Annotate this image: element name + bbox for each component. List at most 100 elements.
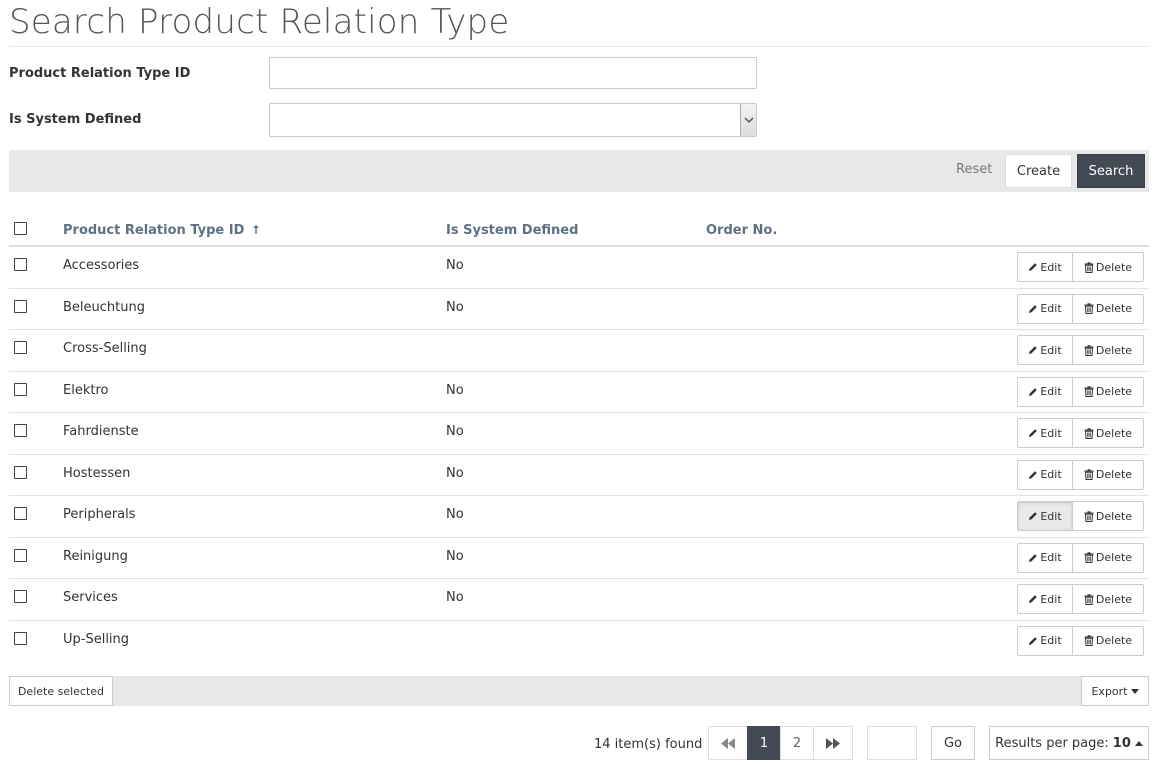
last-page-button[interactable] [813,726,853,760]
is-system-defined-label: Is System Defined [9,112,142,127]
trash-icon [1084,469,1094,480]
go-to-page-input[interactable] [867,726,917,760]
relation-type-id-label: Product Relation Type ID [9,66,191,81]
delete-button[interactable]: Delete [1073,252,1144,282]
row-checkbox[interactable] [14,341,27,354]
row-actions: Edit Delete [1017,542,1144,573]
search-toolbar: Reset Create Search [9,150,1149,192]
column-header-is-system-defined[interactable]: Is System Defined [446,223,578,238]
row-actions: Edit Delete [1017,459,1144,490]
delete-button[interactable]: Delete [1073,418,1144,448]
reset-button[interactable]: Reset [956,162,992,177]
trash-icon [1084,427,1094,439]
edit-label: Edit [1040,634,1062,647]
cell-is-system-defined: No [446,382,464,398]
table-row: Hostessen No Edit Delete [9,455,1149,496]
delete-button[interactable]: Delete [1073,501,1144,531]
export-label: Export [1091,684,1128,698]
delete-label: Delete [1095,509,1133,523]
relation-type-id-input[interactable] [269,57,757,89]
page-button-current[interactable]: 1 [747,726,781,760]
row-checkbox[interactable] [14,258,27,271]
table-footer-bar [9,676,1149,706]
edit-button[interactable]: Edit [1017,584,1073,614]
items-found-text: 14 item(s) found [594,737,703,752]
column-header-relation-type-id[interactable]: Product Relation Type ID ↑ [63,223,261,238]
delete-label: Delete [1095,634,1133,647]
cell-relation-type-id: Hostessen [63,465,131,481]
results-per-page-button[interactable]: Results per page: 10 [989,726,1149,760]
table-row: Fahrdienste No Edit Delete [9,413,1149,455]
edit-button[interactable]: Edit [1017,252,1073,282]
delete-button[interactable]: Delete [1073,625,1144,656]
select-all-checkbox[interactable] [14,222,27,235]
trash-icon [1084,386,1094,397]
trash-icon [1084,510,1094,522]
row-checkbox[interactable] [14,507,27,520]
delete-button[interactable]: Delete [1073,542,1144,573]
delete-button[interactable]: Delete [1073,335,1144,365]
edit-label: Edit [1040,551,1062,564]
results-per-page-label: Results per page: [995,735,1109,751]
search-button[interactable]: Search [1077,154,1145,188]
pencil-icon [1029,429,1038,437]
delete-label: Delete [1095,551,1133,564]
row-checkbox[interactable] [14,590,27,603]
edit-button[interactable]: Edit [1017,335,1073,365]
column-header-label: Product Relation Type ID [63,223,245,238]
row-checkbox[interactable] [14,424,27,437]
row-actions: Edit Delete [1017,293,1144,324]
create-button[interactable]: Create [1005,154,1072,188]
row-actions: Edit Delete [1017,252,1144,282]
row-checkbox[interactable] [14,382,27,396]
edit-button[interactable]: Edit [1017,625,1073,656]
table-row: Up-Selling Edit Delete [9,621,1149,663]
edit-button[interactable]: Edit [1017,459,1073,490]
column-header-order-no[interactable]: Order No. [706,223,777,238]
pencil-icon [1029,470,1038,479]
cell-is-system-defined: No [446,590,464,605]
trash-icon [1084,261,1094,273]
delete-label: Delete [1095,343,1133,357]
delete-button[interactable]: Delete [1073,459,1144,490]
delete-button[interactable]: Delete [1073,376,1144,407]
export-button[interactable]: Export [1081,676,1149,706]
delete-selected-button[interactable]: Delete selected [9,676,113,706]
table-row: Peripherals No Edit Delete [9,496,1149,538]
delete-label: Delete [1095,260,1133,274]
edit-label: Edit [1040,343,1062,357]
caret-up-icon [1134,740,1143,746]
edit-button[interactable]: Edit [1017,501,1073,531]
edit-label: Edit [1040,509,1062,523]
pencil-icon [1029,595,1038,603]
last-page-icon [826,737,840,749]
go-button[interactable]: Go [931,726,975,760]
row-actions: Edit Delete [1017,625,1144,656]
page-button[interactable]: 2 [780,726,814,760]
edit-button[interactable]: Edit [1017,293,1073,324]
trash-icon [1084,593,1094,605]
row-checkbox[interactable] [14,548,27,562]
delete-button[interactable]: Delete [1073,584,1144,614]
edit-button[interactable]: Edit [1017,542,1073,573]
edit-button[interactable]: Edit [1017,376,1073,407]
row-checkbox[interactable] [14,299,27,313]
edit-button[interactable]: Edit [1017,418,1073,448]
cell-relation-type-id: Up-Selling [63,631,130,647]
first-page-button[interactable] [708,726,748,760]
pencil-icon [1029,304,1038,313]
cell-relation-type-id: Cross-Selling [63,341,147,356]
row-checkbox[interactable] [14,465,27,479]
row-checkbox[interactable] [14,631,27,645]
delete-button[interactable]: Delete [1073,293,1144,324]
edit-label: Edit [1040,260,1062,274]
edit-label: Edit [1040,302,1062,315]
pencil-icon [1029,263,1038,271]
chevron-down-icon [743,116,754,123]
sort-up-icon: ↑ [250,223,261,237]
trash-icon [1084,552,1094,563]
cell-relation-type-id: Services [63,590,118,605]
select-arrow[interactable] [740,104,756,136]
pencil-icon [1029,346,1038,354]
is-system-defined-select[interactable] [269,103,757,137]
